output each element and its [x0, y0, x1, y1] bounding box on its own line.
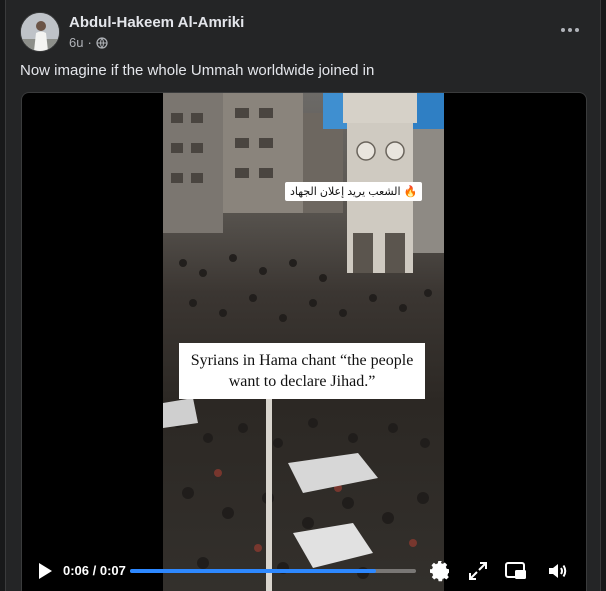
post-header: Abdul-Hakeem Al-Amriki 6u · — [20, 10, 586, 54]
video-controls: 0:06 / 0:07 — [22, 551, 586, 591]
video-overlay-tag: الشعب يريد إعلان الجهاد 🔥 — [285, 182, 423, 201]
more-options-button[interactable] — [554, 18, 586, 42]
settings-icon[interactable] — [428, 559, 452, 583]
post-time[interactable]: 6u — [69, 35, 83, 50]
more-horizontal-icon — [561, 28, 565, 32]
video-caption-banner: Syrians in Hama chant “the people want t… — [179, 343, 425, 399]
fullscreen-icon[interactable] — [466, 559, 490, 583]
video-frame[interactable]: الشعب يريد إعلان الجهاد 🔥 Syrians in Ham… — [163, 93, 444, 591]
play-icon[interactable] — [36, 562, 54, 580]
video-progress-fill — [130, 569, 376, 573]
post-caption: Now imagine if the whole Ummah worldwide… — [20, 62, 375, 79]
video-player[interactable]: الشعب يريد إعلان الجهاد 🔥 Syrians in Ham… — [21, 92, 587, 591]
meta-separator: · — [87, 35, 92, 50]
post-card: Abdul-Hakeem Al-Amriki 6u · Now imagine … — [5, 0, 601, 591]
author-name[interactable]: Abdul-Hakeem Al-Amriki — [69, 14, 244, 31]
crowd-scene-image — [163, 93, 444, 591]
video-progress-bar[interactable] — [130, 569, 416, 573]
avatar-image — [21, 13, 59, 51]
author-avatar[interactable] — [20, 12, 60, 52]
post-meta: 6u · — [69, 35, 108, 50]
picture-in-picture-icon[interactable] — [504, 559, 528, 583]
globe-icon — [96, 36, 108, 49]
volume-icon[interactable] — [546, 559, 570, 583]
video-time: 0:06 / 0:07 — [63, 563, 126, 578]
